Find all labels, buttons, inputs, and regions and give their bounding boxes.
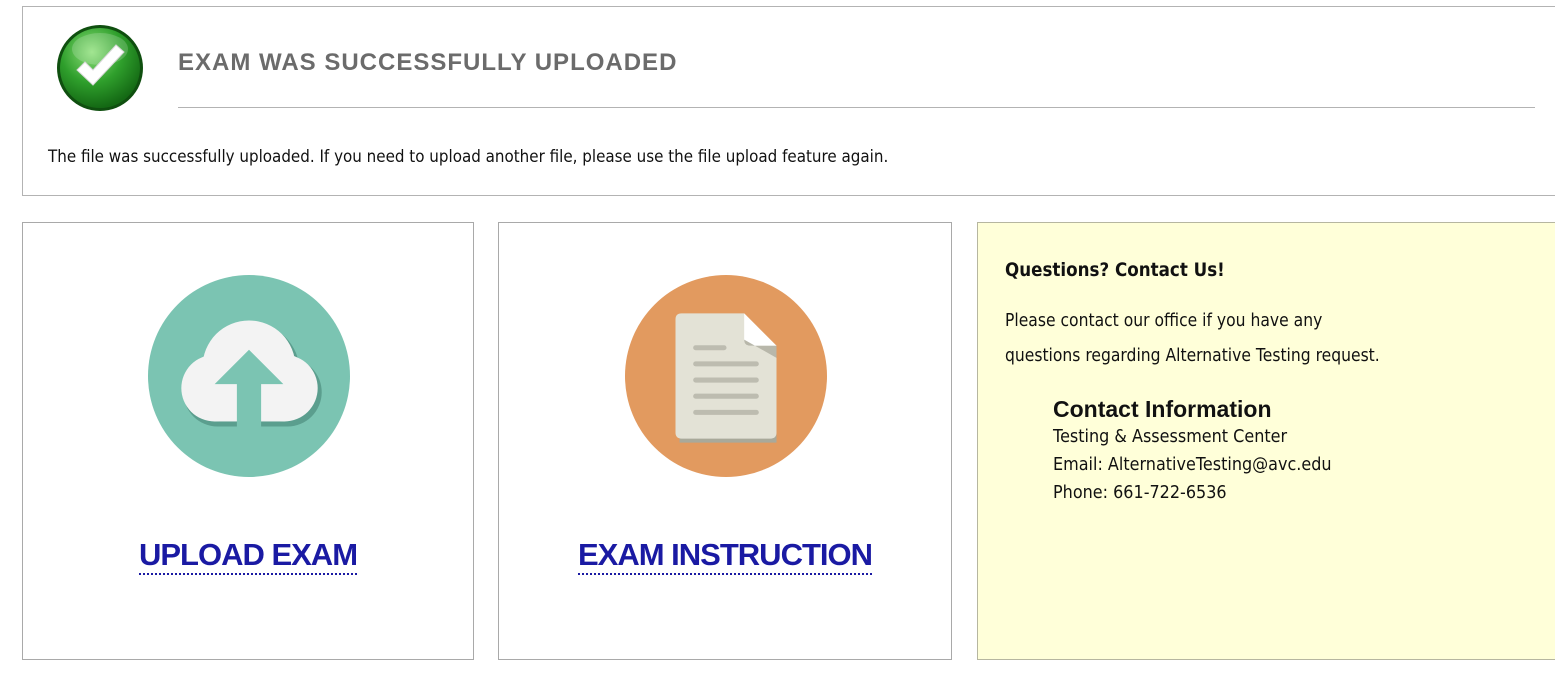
exam-instruction-link[interactable]: EXAM INSTRUCTION bbox=[499, 537, 951, 575]
banner-divider bbox=[178, 107, 1535, 108]
banner-message: The file was successfully uploaded. If y… bbox=[48, 147, 889, 167]
contact-panel: Questions? Contact Us! Please contact ou… bbox=[977, 222, 1555, 660]
document-icon[interactable] bbox=[625, 275, 827, 477]
contact-description: Please contact our office if you have an… bbox=[1005, 304, 1380, 374]
contact-information: Contact Information Testing & Assessment… bbox=[1053, 395, 1366, 507]
contact-description-line-2: questions regarding Alternative Testing … bbox=[1005, 346, 1380, 366]
banner-title: EXAM WAS SUCCESSFULLY UPLOADED bbox=[178, 49, 678, 76]
cloud-upload-icon[interactable] bbox=[148, 275, 350, 477]
contact-office: Testing & Assessment Center bbox=[1053, 426, 1288, 447]
contact-email: Email: AlternativeTesting@avc.edu bbox=[1053, 454, 1332, 475]
contact-phone: Phone: 661-722-6536 bbox=[1053, 482, 1227, 503]
contact-info-title: Contact Information bbox=[1053, 396, 1272, 422]
contact-heading: Questions? Contact Us! bbox=[1005, 259, 1225, 281]
upload-exam-link[interactable]: UPLOAD EXAM bbox=[23, 537, 473, 575]
success-banner: EXAM WAS SUCCESSFULLY UPLOADED The file … bbox=[22, 6, 1555, 196]
exam-instruction-tile[interactable]: EXAM INSTRUCTION bbox=[498, 222, 952, 660]
check-circle-icon bbox=[57, 25, 143, 111]
upload-exam-tile[interactable]: UPLOAD EXAM bbox=[22, 222, 474, 660]
contact-description-line-1: Please contact our office if you have an… bbox=[1005, 311, 1323, 331]
